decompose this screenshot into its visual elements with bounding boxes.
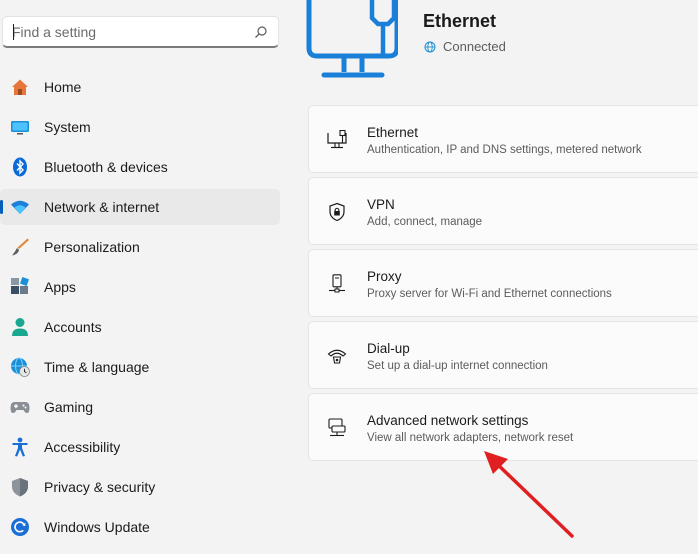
sidebar-item-label: Home [44,79,82,95]
sidebar-item-time-language[interactable]: Time & language [0,349,280,385]
active-indicator [0,200,3,214]
network-adapter-icon [328,418,346,437]
clock-globe-icon [11,357,30,377]
sidebar-item-label: Gaming [44,399,94,415]
text-cursor [13,24,14,40]
status-text: Connected [443,39,506,54]
card-subtitle: Set up a dial-up internet connection [367,360,548,372]
sidebar-item-windows-update[interactable]: Windows Update [0,509,280,545]
vpn-shield-icon [329,202,345,222]
brush-icon [12,238,29,256]
globe-icon [424,41,436,52]
home-icon [12,79,28,95]
accessibility-icon [12,437,28,457]
dialup-icon [327,349,347,364]
proxy-icon [329,274,345,293]
person-icon [12,318,28,336]
sidebar-item-label: Privacy & security [44,479,156,495]
card-proxy[interactable]: Proxy Proxy server for Wi-Fi and Etherne… [308,249,698,317]
card-title: Ethernet [367,125,419,140]
sidebar-item-accessibility[interactable]: Accessibility [0,429,280,465]
annotation-arrow [484,451,574,538]
sidebar-item-label: Time & language [44,359,150,375]
sidebar-item-gaming[interactable]: Gaming [0,389,280,425]
shield-icon [12,478,28,497]
sidebar-item-personalization[interactable]: Personalization [0,229,280,265]
sidebar-nav: Home System Bluetooth & devices Network … [0,69,280,549]
sidebar-item-system[interactable]: System [0,109,280,145]
card-subtitle: Authentication, IP and DNS settings, met… [367,144,642,156]
page-title: Ethernet [423,11,497,31]
card-vpn[interactable]: VPN Add, connect, manage [308,177,698,245]
search-input[interactable] [12,17,242,46]
settings-list: Ethernet Authentication, IP and DNS sett… [308,105,698,465]
update-icon [11,518,29,536]
sidebar-item-privacy-security[interactable]: Privacy & security [0,469,280,505]
card-subtitle: Add, connect, manage [367,216,483,228]
sidebar-item-home[interactable]: Home [0,69,280,105]
ethernet-monitor-icon [306,0,398,78]
card-title: Advanced network settings [367,413,529,428]
search-box[interactable] [2,16,279,48]
sidebar-item-apps[interactable]: Apps [0,269,280,305]
bluetooth-icon [13,157,27,177]
sidebar-item-label: Personalization [44,239,140,255]
apps-icon [11,277,29,294]
search-icon[interactable] [254,25,268,39]
card-title: VPN [367,197,395,212]
wifi-icon [11,200,29,214]
sidebar-item-label: System [44,119,91,135]
sidebar-item-label: Bluetooth & devices [44,159,168,175]
sidebar-item-label: Network & internet [44,199,160,215]
sidebar-item-label: Apps [44,279,76,295]
sidebar-item-label: Accounts [44,319,102,335]
gamepad-icon [10,402,30,413]
card-subtitle: Proxy server for Wi-Fi and Ethernet conn… [367,288,612,300]
sidebar-item-bluetooth[interactable]: Bluetooth & devices [0,149,280,185]
sidebar-item-accounts[interactable]: Accounts [0,309,280,345]
card-title: Proxy [367,269,402,284]
sidebar-item-label: Accessibility [44,439,121,455]
card-title: Dial-up [367,341,410,356]
monitor-icon [11,121,29,135]
card-ethernet[interactable]: Ethernet Authentication, IP and DNS sett… [308,105,698,173]
card-dial-up[interactable]: Dial-up Set up a dial-up internet connec… [308,321,698,389]
sidebar-item-label: Windows Update [44,519,150,535]
sidebar-item-network[interactable]: Network & internet [0,189,280,225]
connection-status: Connected [424,39,506,54]
ethernet-icon [327,130,347,149]
